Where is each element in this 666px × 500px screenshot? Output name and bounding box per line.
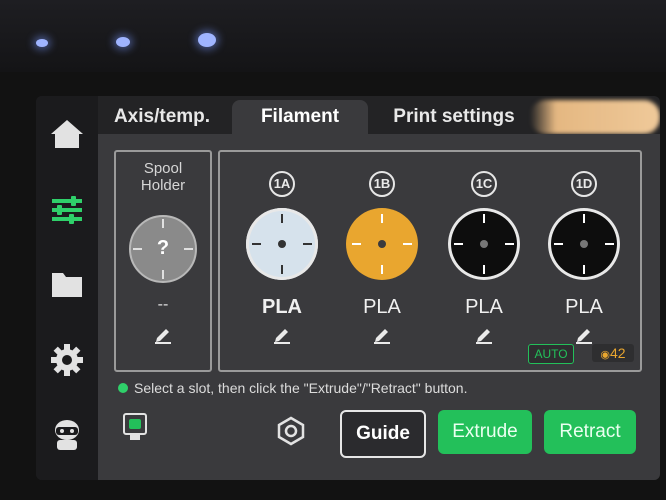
sliders-icon	[52, 196, 82, 224]
spool-icon	[448, 208, 520, 280]
slot-1c[interactable]: 1C PLA	[434, 152, 534, 370]
slot-material: PLA	[565, 296, 603, 318]
humidity-badge[interactable]: ◉42	[592, 344, 634, 362]
slot-badge: 1B	[368, 170, 396, 198]
tab-print-settings[interactable]: Print settings	[380, 100, 528, 134]
instruction-hint: Select a slot, then click the "Extrude"/…	[118, 380, 467, 396]
auto-label: AUTO	[534, 347, 568, 361]
retract-label: Retract	[559, 421, 621, 442]
nozzle-icon[interactable]	[276, 416, 306, 446]
ams-slots-card: 1A PLA 1B PLA 1C PLA 1D PLA AUTO ◉42	[218, 150, 642, 372]
tab-label: Print settings	[393, 106, 515, 127]
indicator-light	[116, 37, 130, 47]
home-icon	[51, 120, 83, 148]
edit-icon[interactable]	[153, 324, 173, 344]
spool-holder-title: Spool Holder	[116, 160, 210, 194]
slot-material: PLA	[363, 296, 401, 318]
retract-button[interactable]: Retract	[544, 410, 636, 454]
slot-1b[interactable]: 1B PLA	[332, 152, 432, 370]
slot-badge: 1A	[268, 170, 296, 198]
spool-icon	[548, 208, 620, 280]
tab-label: Axis/temp.	[113, 106, 211, 127]
spool-unknown-mark: ?	[156, 237, 170, 259]
spool-reticle	[554, 214, 614, 274]
tab-obscured[interactable]	[530, 100, 660, 134]
auto-refill-badge[interactable]: AUTO	[528, 344, 574, 364]
tab-label: Filament	[260, 106, 340, 127]
guide-button[interactable]: Guide	[340, 410, 426, 458]
chamber-light-icon[interactable]	[122, 412, 148, 442]
slot-id: 1B	[373, 176, 391, 191]
sidebar-item-controls[interactable]	[47, 190, 87, 230]
slot-material: PLA	[262, 296, 302, 318]
tab-axis-temp[interactable]: Axis/temp.	[102, 100, 222, 134]
slot-id: 1C	[475, 176, 493, 191]
humidity-icon: ◉	[600, 349, 611, 361]
spool-holder-material: --	[157, 296, 169, 313]
status-dot	[118, 383, 128, 393]
spool-reticle	[252, 214, 312, 274]
edit-icon[interactable]	[272, 324, 292, 344]
edit-icon[interactable]	[574, 324, 594, 344]
spool-icon	[246, 208, 318, 280]
hint-text: Select a slot, then click the "Extrude"/…	[134, 380, 468, 396]
sidebar	[36, 96, 98, 480]
sidebar-item-files[interactable]	[47, 264, 87, 304]
spool-icon	[346, 208, 418, 280]
edit-icon[interactable]	[372, 324, 392, 344]
filament-panel: Spool Holder ? -- 1A PLA 1B PLA 1C PLA 1…	[98, 134, 660, 480]
spool-holder-title-line: Spool	[143, 160, 183, 177]
slot-badge: 1C	[470, 170, 498, 198]
spool-holder-card[interactable]: Spool Holder ? --	[114, 150, 212, 372]
slot-id: 1D	[575, 176, 593, 191]
slot-id: 1A	[273, 176, 291, 191]
tab-filament[interactable]: Filament	[232, 100, 368, 134]
spool-reticle	[352, 214, 412, 274]
humidity-value: 42	[610, 345, 626, 361]
slot-1a[interactable]: 1A PLA	[232, 152, 332, 370]
spool-reticle	[454, 214, 514, 274]
guide-label: Guide	[356, 423, 410, 444]
extrude-label: Extrude	[452, 421, 518, 442]
sidebar-item-settings[interactable]	[47, 340, 87, 380]
sidebar-item-assistant[interactable]	[47, 414, 87, 454]
extrude-button[interactable]: Extrude	[438, 410, 532, 454]
indicator-light	[36, 39, 48, 47]
robot-icon	[55, 420, 79, 450]
slot-1d[interactable]: 1D PLA	[534, 152, 634, 370]
gear-icon	[51, 344, 83, 376]
sidebar-item-home[interactable]	[47, 114, 87, 154]
touch-screen: Axis/temp. Filament Print settings Spool…	[36, 96, 660, 480]
folder-icon	[52, 273, 82, 297]
edit-icon[interactable]	[474, 324, 494, 344]
device-bezel	[0, 0, 666, 72]
slot-material: PLA	[465, 296, 503, 318]
spool-holder-title-line: Holder	[140, 177, 186, 194]
slot-badge: 1D	[570, 170, 598, 198]
indicator-light	[198, 33, 216, 47]
